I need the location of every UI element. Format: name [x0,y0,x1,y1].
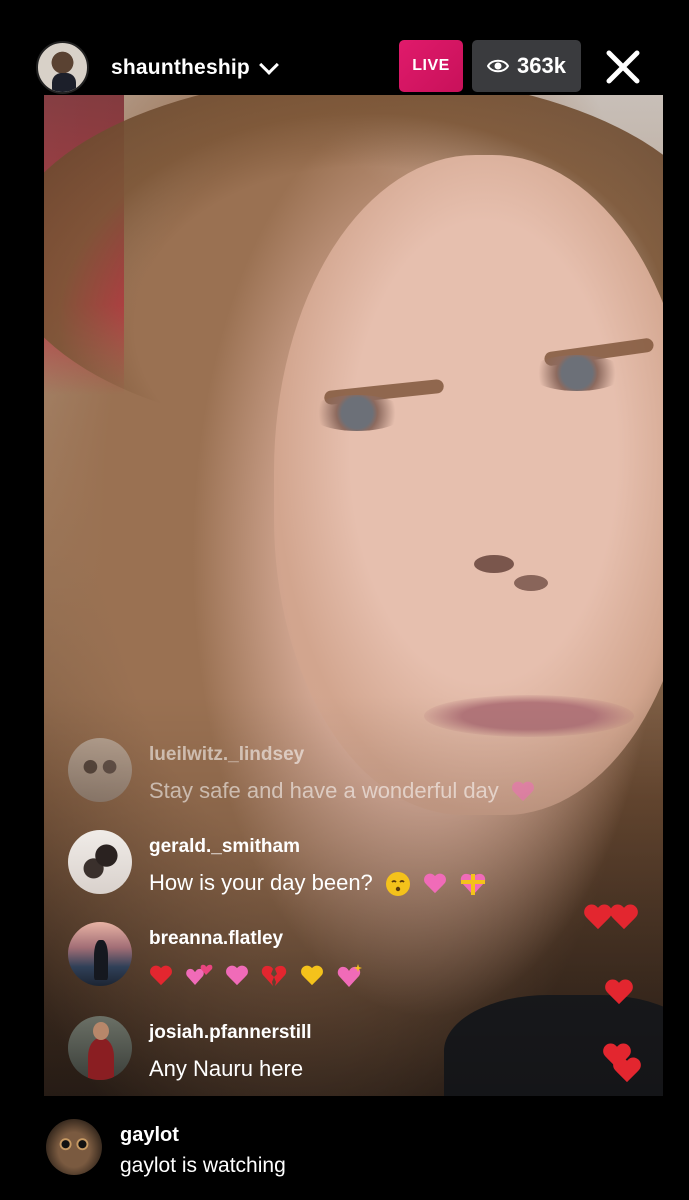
floating-heart [612,1056,642,1086]
viewer-count-pill[interactable]: 363k [472,40,581,92]
comment-username[interactable]: josiah.pfannerstill [149,1022,312,1044]
comment-item: lueilwitz._lindsey Stay safe and have a … [68,738,628,804]
close-icon [606,50,640,84]
live-header: shauntheship LIVE 363k [0,0,689,95]
comment-item: josiah.pfannerstill Any Nauru here [68,1016,628,1082]
chevron-down-icon [259,55,279,75]
eye-icon [487,59,510,73]
comment-username[interactable]: lueilwitz._lindsey [149,744,304,766]
broken-heart-emoji-icon [262,966,287,987]
live-badge: LIVE [399,40,463,92]
yellow-heart-emoji-icon [300,964,324,988]
kissing-face-emoji-icon [385,872,410,897]
heart-icon [609,903,639,933]
sparkling-heart-emoji-icon [337,964,362,988]
revolving-hearts-emoji-icon [186,964,213,986]
floating-heart [604,978,634,1008]
heart-icon [612,1056,642,1086]
heart-icon [604,978,634,1008]
watcher-status-text: gaylot is watching [120,1154,286,1177]
comment-username[interactable]: gerald._smitham [149,836,300,858]
host-account-switcher[interactable]: shauntheship [111,55,279,81]
host-username: shauntheship [111,56,250,79]
commenter-avatar[interactable] [68,830,132,894]
comment-text [149,962,364,989]
comment-username[interactable]: breanna.flatley [149,928,283,950]
viewer-join-bar [0,1096,689,1200]
watcher-username[interactable]: gaylot [120,1124,179,1147]
commenter-avatar[interactable] [68,922,132,986]
comment-message: Stay safe and have a wonderful day [149,778,499,803]
heart-with-ribbon-emoji-icon [460,874,486,896]
close-button[interactable] [603,47,643,87]
floating-hearts [583,903,639,933]
pink-heart-emoji-icon [423,872,447,896]
commenter-avatar[interactable] [68,738,132,802]
pink-heart-emoji-icon [511,780,535,804]
comment-item: gerald._smitham How is your day been? [68,830,628,897]
comment-item: breanna.flatley [68,922,628,988]
comment-text: How is your day been? [149,870,487,897]
host-avatar[interactable] [36,41,89,94]
comment-text: Any Nauru here [149,1056,304,1081]
comment-text: Stay safe and have a wonderful day [149,778,535,804]
viewer-count: 363k [517,53,566,78]
comment-message: How is your day been? [149,870,373,895]
red-heart-emoji-icon [149,964,173,988]
watcher-avatar[interactable] [46,1119,102,1175]
commenter-avatar[interactable] [68,1016,132,1080]
pink-heart-emoji-icon [225,964,249,988]
